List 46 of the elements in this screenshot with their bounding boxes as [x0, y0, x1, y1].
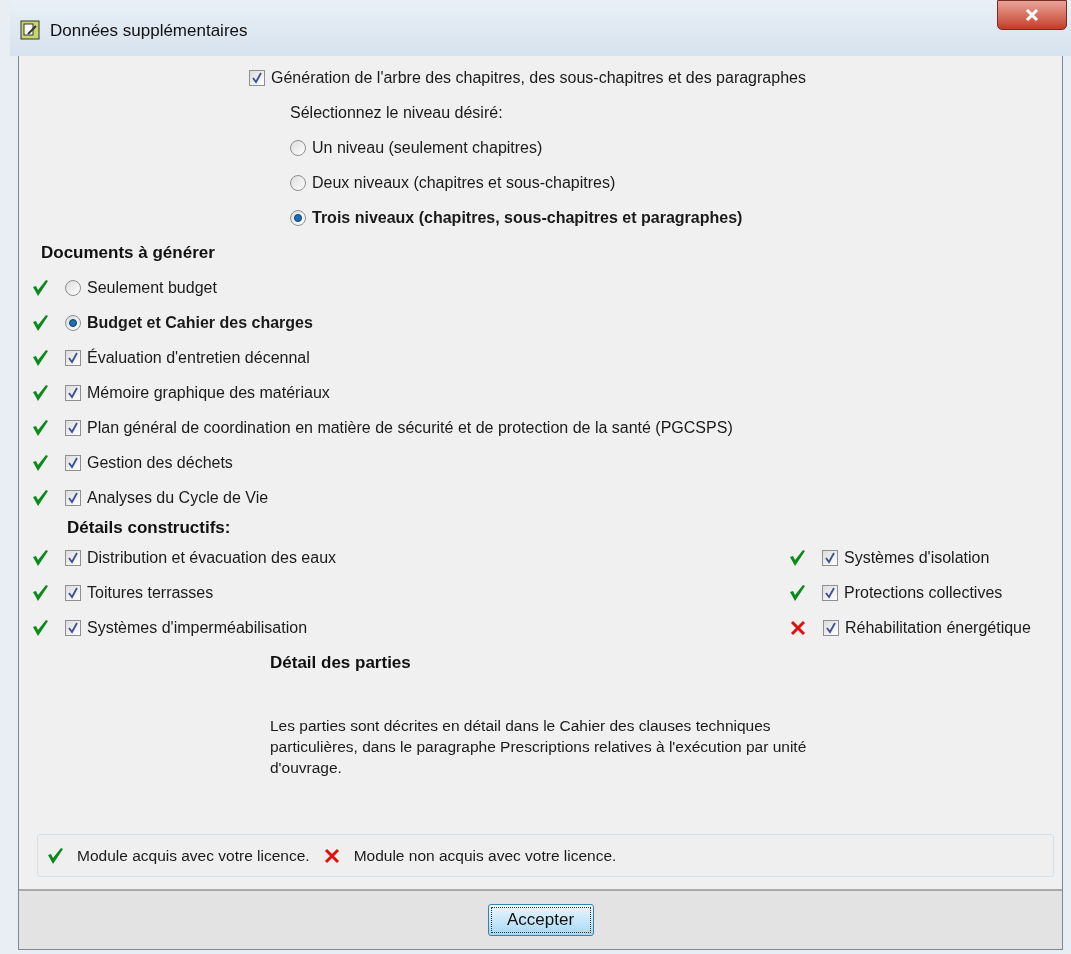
option-label: Protections collectives	[844, 582, 1003, 603]
radio-button[interactable]	[290, 174, 306, 191]
checkbox[interactable]	[65, 584, 81, 601]
section-heading: Détail des parties	[270, 651, 411, 674]
option-label: Évaluation d'entretien décennal	[87, 347, 310, 368]
option-label: Génération de l'arbre des chapitres, des sous-chapitres et des paragraphes	[271, 67, 806, 88]
option-label: Gestion des déchets	[87, 452, 233, 473]
checkbox[interactable]	[822, 549, 838, 566]
checkbox[interactable]	[823, 619, 839, 636]
radio-button[interactable]	[65, 314, 81, 331]
description-text: Les parties sont décrites en détail dans le Cahier des clauses techniques particulières, dans le paragraphe Prescriptions relatives à l'exécution par unité d'ouvrage.	[270, 716, 808, 778]
option-label: Seulement budget	[87, 277, 217, 298]
option-label: Budget et Cahier des charges	[87, 312, 313, 333]
option-label: Distribution et évacuation des eaux	[87, 547, 337, 568]
legend-text: Module non acquis avec votre licence.	[353, 845, 617, 866]
radio-button[interactable]	[65, 279, 81, 296]
checkbox[interactable]	[65, 384, 81, 401]
checkbox[interactable]	[65, 489, 81, 506]
checkbox[interactable]	[249, 69, 265, 86]
checkbox[interactable]	[65, 419, 81, 436]
app-icon	[20, 20, 40, 40]
radio-button[interactable]	[290, 209, 306, 226]
close-icon	[1025, 9, 1039, 21]
option-label: Plan général de coordination en matière de sécurité et de protection de la santé (PGCSPS)	[87, 417, 733, 438]
window-title: Données supplémentaires	[50, 20, 248, 42]
checkbox[interactable]	[65, 619, 81, 636]
option-label: Trois niveaux (chapitres, sous-chapitres et paragraphes)	[312, 207, 743, 228]
checkbox[interactable]	[65, 454, 81, 471]
option-label: Deux niveaux (chapitres et sous-chapitres)	[312, 172, 616, 193]
option-label: Analyses du Cycle de Vie	[87, 487, 269, 508]
option-label: Réhabilitation énergétique	[845, 617, 1031, 638]
option-label: Mémoire graphique des matériaux	[87, 382, 330, 403]
option-label: Systèmes d'isolation	[844, 547, 990, 568]
accept-button[interactable]: Accepter	[487, 904, 594, 936]
checkbox[interactable]	[822, 584, 838, 601]
option-label: Systèmes d'imperméabilisation	[87, 617, 308, 638]
section-heading: Documents à générer	[41, 241, 215, 264]
checkbox[interactable]	[65, 349, 81, 366]
checkbox[interactable]	[65, 549, 81, 566]
option-label: Toitures terrasses	[87, 582, 214, 603]
option-label: Un niveau (seulement chapitres)	[312, 137, 543, 158]
prompt-text: Sélectionnez le niveau désiré:	[290, 102, 503, 123]
close-button[interactable]	[997, 0, 1067, 30]
legend-text: Module acquis avec votre licence.	[77, 845, 310, 866]
section-heading: Détails constructifs:	[67, 516, 231, 539]
radio-button[interactable]	[290, 139, 306, 156]
